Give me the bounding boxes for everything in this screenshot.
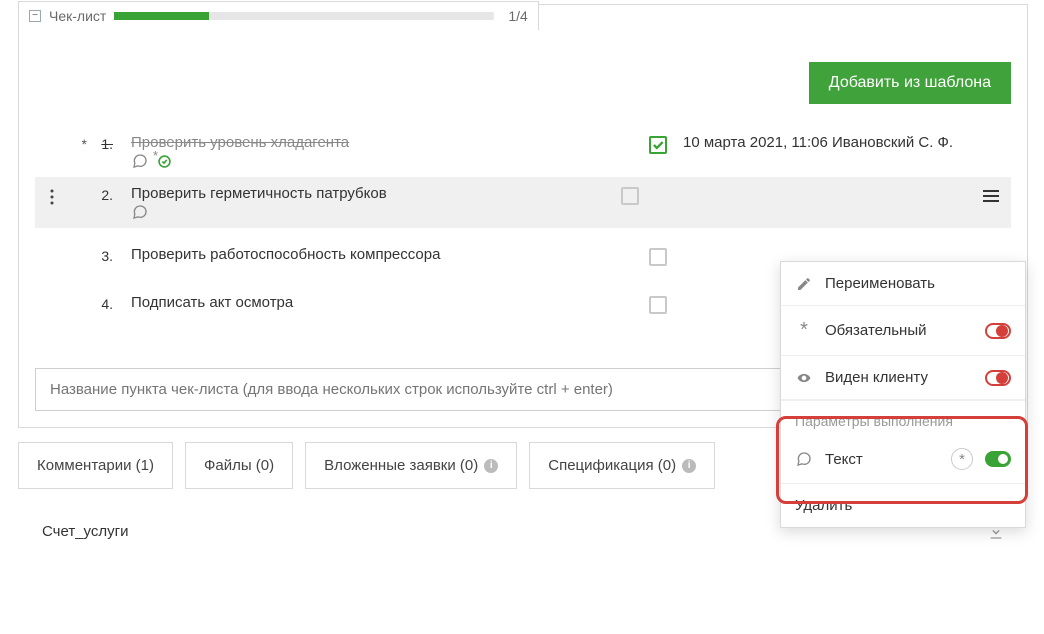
item-number: 3. bbox=[87, 246, 117, 264]
attachment-name: Счет_услуги bbox=[42, 523, 128, 540]
item-checkbox[interactable] bbox=[649, 296, 667, 314]
info-icon: i bbox=[682, 459, 696, 473]
asterisk-icon: * bbox=[153, 148, 158, 163]
progress-bar bbox=[114, 12, 494, 20]
item-title: Подписать акт осмотра bbox=[131, 294, 649, 311]
ctx-rename[interactable]: Переименовать bbox=[781, 262, 1025, 306]
item-number: 2. bbox=[87, 185, 117, 203]
ctx-delete[interactable]: Удалить bbox=[781, 484, 1025, 527]
ctx-section-exec-params: Параметры выполнения bbox=[781, 400, 1025, 435]
ctx-required[interactable]: * Обязательный bbox=[781, 306, 1025, 356]
toggle-client-visible[interactable] bbox=[985, 370, 1011, 386]
ctx-text[interactable]: Текст * bbox=[781, 435, 1025, 484]
item-title: Проверить уровень хладагента bbox=[131, 134, 649, 151]
tab-files[interactable]: Файлы (0) bbox=[185, 442, 293, 489]
ctx-client-visible[interactable]: Виден клиенту bbox=[781, 356, 1025, 400]
asterisk-icon: * bbox=[795, 319, 813, 342]
item-context-menu: Переименовать * Обязательный Виден клиен… bbox=[780, 261, 1026, 528]
comment-icon bbox=[795, 451, 813, 467]
item-title: Проверить работоспособность компрессора bbox=[131, 246, 649, 263]
tab-specification[interactable]: Спецификация (0)i bbox=[529, 442, 715, 489]
item-meta: 10 марта 2021, 11:06 Ивановский С. Ф. bbox=[675, 134, 1005, 151]
required-mark: * bbox=[63, 134, 87, 152]
item-menu-button[interactable] bbox=[977, 185, 1005, 203]
tab-comments[interactable]: Комментарии (1) bbox=[18, 442, 173, 489]
checklist-tab-header[interactable]: − Чек-лист 1/4 bbox=[18, 1, 539, 30]
toggle-text[interactable] bbox=[985, 451, 1011, 467]
item-checkbox[interactable] bbox=[649, 248, 667, 266]
pencil-icon bbox=[795, 276, 813, 292]
item-title: Проверить герметичность патрубков bbox=[131, 185, 621, 202]
checklist-title: Чек-лист bbox=[49, 8, 106, 24]
info-icon: i bbox=[484, 459, 498, 473]
item-checkbox[interactable] bbox=[621, 187, 639, 205]
checklist-item[interactable]: 2. Проверить герметичность патрубков bbox=[35, 177, 1011, 228]
drag-handle-icon[interactable] bbox=[41, 185, 63, 205]
comment-icon[interactable] bbox=[131, 204, 149, 220]
eye-icon bbox=[795, 371, 813, 385]
progress-fill bbox=[114, 12, 209, 20]
tab-nested-requests[interactable]: Вложенные заявки (0)i bbox=[305, 442, 517, 489]
drag-handle bbox=[41, 134, 63, 138]
check-circle-icon bbox=[158, 155, 171, 168]
comment-icon[interactable] bbox=[131, 153, 149, 169]
item-number: 4. bbox=[87, 294, 117, 312]
add-from-template-button[interactable]: Добавить из шаблона bbox=[809, 62, 1011, 104]
toggle-required[interactable] bbox=[985, 323, 1011, 339]
item-number: 1. bbox=[87, 134, 117, 152]
checklist-item[interactable]: * 1. Проверить уровень хладагента * bbox=[35, 126, 1011, 177]
collapse-icon[interactable]: − bbox=[29, 10, 41, 22]
progress-text: 1/4 bbox=[508, 8, 527, 24]
item-checkbox[interactable] bbox=[649, 136, 667, 154]
asterisk-badge[interactable]: * bbox=[951, 448, 973, 470]
